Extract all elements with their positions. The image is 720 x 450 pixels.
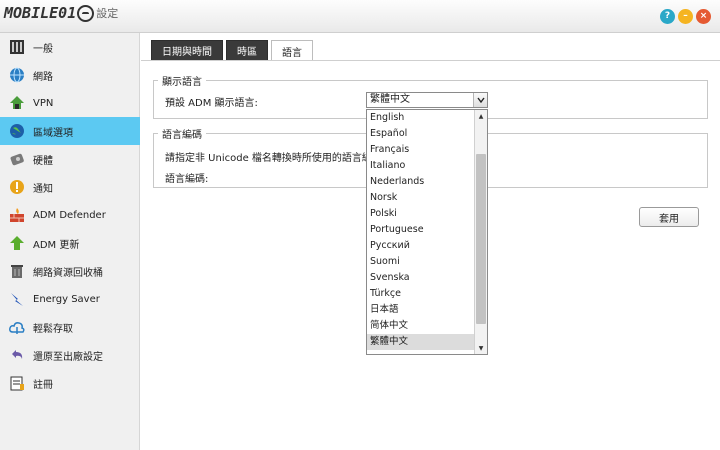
region-globe-icon: [8, 122, 26, 140]
logo-text: MOBILE01: [4, 4, 77, 22]
firewall-icon: [8, 206, 26, 224]
restore-icon: [8, 346, 26, 364]
sidebar-item-register[interactable]: 註冊: [0, 369, 140, 397]
sidebar-item-label: 輕鬆存取: [33, 323, 73, 335]
scroll-up-icon[interactable]: ▲: [475, 110, 487, 122]
sidebar-item-label: 區域選項: [33, 127, 73, 139]
sidebar-item-recycle-bin[interactable]: 網路資源回收桶: [0, 257, 140, 285]
chevron-down-icon[interactable]: [473, 93, 487, 107]
language-option-espanol[interactable]: Español: [367, 126, 475, 142]
sidebar-item-region-options[interactable]: 區域選項: [0, 117, 140, 145]
energy-icon: [8, 290, 26, 308]
sidebar-item-energy-saver[interactable]: Energy Saver: [0, 285, 140, 313]
recycle-bin-icon: [8, 262, 26, 280]
scroll-down-icon[interactable]: ▼: [475, 342, 487, 354]
language-option-turkce[interactable]: Türkçe: [367, 286, 475, 302]
sidebar-item-adm-update[interactable]: ADM 更新: [0, 229, 140, 257]
window-title: 設定: [96, 7, 119, 20]
update-arrow-icon: [8, 234, 26, 252]
sidebar-item-factory-reset[interactable]: 還原至出廠設定: [0, 341, 140, 369]
language-option-italiano[interactable]: Italiano: [367, 158, 475, 174]
apply-button[interactable]: 套用: [639, 207, 699, 227]
notification-icon: [8, 178, 26, 196]
sidebar-item-label: 還原至出廠設定: [33, 351, 103, 363]
language-encoding-label: 語言編碼:: [165, 174, 209, 185]
help-button[interactable]: ?: [660, 9, 675, 24]
sidebar-item-label: 一般: [33, 43, 53, 55]
language-option-nederlands[interactable]: Nederlands: [367, 174, 475, 190]
sidebar-item-label: 註冊: [33, 379, 53, 391]
minimize-button[interactable]: –: [678, 9, 693, 24]
title-bar: MOBILE01 設定 ? – ×: [0, 0, 720, 33]
cloud-access-icon: [8, 318, 26, 336]
general-icon: [8, 38, 26, 56]
sidebar-item-label: ADM 更新: [33, 239, 80, 251]
language-option-traditional-chinese[interactable]: 繁體中文: [367, 334, 475, 350]
sidebar-item-adm-defender[interactable]: ADM Defender: [0, 201, 140, 229]
language-dropdown-list: English Español Français Italiano Nederl…: [366, 109, 488, 355]
sidebar-item-network[interactable]: 網路: [0, 61, 140, 89]
globe-icon: [8, 66, 26, 84]
tab-bar: 日期與時間 時區 語言: [151, 40, 313, 61]
sidebar-item-general[interactable]: 一般: [0, 33, 140, 61]
sidebar-item-label: 網路資源回收桶: [33, 267, 103, 279]
settings-sidebar: 一般 網路 VPN 區域選項 硬體 通知 ADM Defender ADM 更新…: [0, 33, 140, 450]
sidebar-item-label: VPN: [33, 97, 54, 109]
tab-date-time[interactable]: 日期與時間: [151, 40, 223, 60]
sidebar-item-label: 通知: [33, 183, 53, 195]
language-encoding-legend: 語言編碼: [162, 130, 202, 141]
sidebar-item-label: 硬體: [33, 155, 53, 167]
logo-face-icon: [77, 4, 95, 22]
language-option-simplified-chinese[interactable]: 简体中文: [367, 318, 475, 334]
sidebar-item-label: 網路: [33, 71, 53, 83]
language-option-suomi[interactable]: Suomi: [367, 254, 475, 270]
settings-content: 日期與時間 時區 語言 顯示語言 預設 ADM 顯示語言: 語言編碼 請指定非 …: [141, 33, 720, 450]
tab-time-zone[interactable]: 時區: [226, 40, 268, 60]
language-option-francais[interactable]: Français: [367, 142, 475, 158]
sidebar-item-label: Energy Saver: [33, 293, 100, 305]
language-option-svenska[interactable]: Svenska: [367, 270, 475, 286]
scrollbar-thumb[interactable]: [476, 154, 486, 324]
language-option-polski[interactable]: Polski: [367, 206, 475, 222]
language-encoding-description: 請指定非 Unicode 檔名轉換時所使用的語言編: [165, 153, 372, 164]
language-option-norsk[interactable]: Norsk: [367, 190, 475, 206]
sidebar-item-notification[interactable]: 通知: [0, 173, 140, 201]
sidebar-item-hardware[interactable]: 硬體: [0, 145, 140, 173]
close-button[interactable]: ×: [696, 9, 711, 24]
language-option-english[interactable]: English: [367, 110, 475, 126]
tab-divider: [141, 60, 720, 61]
sidebar-item-easy-access[interactable]: 輕鬆存取: [0, 313, 140, 341]
tab-language[interactable]: 語言: [271, 40, 313, 61]
display-language-selected-value: 繁體中文: [370, 94, 410, 105]
language-option-japanese[interactable]: 日本語: [367, 302, 475, 318]
language-option-russian[interactable]: Русский: [367, 238, 475, 254]
dropdown-scrollbar[interactable]: ▲ ▼: [474, 110, 487, 354]
sidebar-item-label: ADM Defender: [33, 209, 106, 221]
hardware-icon: [8, 150, 26, 168]
display-language-select[interactable]: 繁體中文: [366, 92, 488, 108]
sidebar-item-vpn[interactable]: VPN: [0, 89, 140, 117]
register-icon: [8, 374, 26, 392]
language-option-portuguese[interactable]: Portuguese: [367, 222, 475, 238]
display-language-legend: 顯示語言: [162, 77, 202, 88]
vpn-icon: [8, 94, 26, 112]
display-language-label: 預設 ADM 顯示語言:: [165, 98, 258, 109]
app-logo: MOBILE01 設定: [4, 3, 118, 23]
